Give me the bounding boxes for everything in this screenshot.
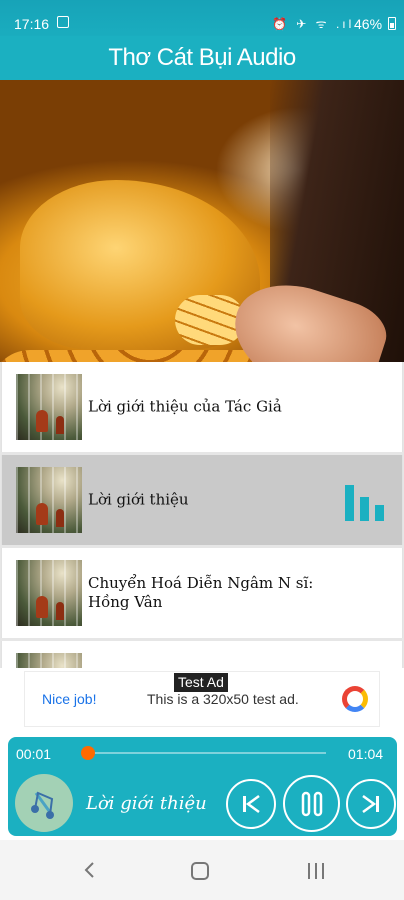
playlist-item-active[interactable]: Lời giới thiệu	[1, 455, 403, 545]
previous-button[interactable]	[226, 779, 276, 829]
ad-tag: Test Ad	[174, 673, 228, 692]
playlist-item[interactable]: Chuyển Hoá Diễn Ngâm N sĩ: Hồng Vân	[1, 548, 403, 638]
home-icon[interactable]	[191, 862, 209, 880]
pause-icon	[301, 791, 322, 816]
ad-logo-icon[interactable]	[342, 686, 368, 712]
track-title: Lời giới thiệu	[88, 490, 189, 509]
track-thumbnail	[16, 560, 82, 626]
playlist-item[interactable]	[1, 641, 403, 668]
track-thumbnail	[16, 374, 82, 440]
playlist: Lời giới thiệu của Tác Giả Lời giới thiệ…	[0, 362, 404, 668]
seek-thumb[interactable]	[80, 746, 95, 760]
track-title: Chuyển Hoá Diễn Ngâm N sĩ: Hồng Vân	[88, 574, 314, 611]
battery-icon	[388, 17, 396, 30]
track-title: Lời giới thiệu của Tác Giả	[88, 397, 282, 416]
battery-level: 46%	[354, 16, 383, 32]
hero-image	[0, 80, 404, 362]
total-time: 01:04	[348, 746, 384, 762]
ad-nice-text[interactable]: Nice job!	[42, 691, 96, 707]
playlist-item[interactable]: Lời giới thiệu của Tác Giả	[1, 362, 403, 452]
ad-text[interactable]: This is a 320x50 test ad.	[147, 691, 299, 707]
album-art	[15, 774, 73, 832]
system-nav-bar	[0, 840, 404, 900]
recents-icon[interactable]	[306, 862, 326, 880]
status-time: 17:16	[14, 16, 50, 32]
pause-button[interactable]	[283, 775, 340, 832]
track-thumbnail	[16, 653, 82, 668]
seek-bar[interactable]	[80, 746, 326, 760]
status-icons: ⏰ ✈ ᯤ .ıl	[272, 17, 355, 31]
audio-player: 00:01 01:04 Lời giới thiệu	[8, 737, 397, 836]
track-thumbnail	[16, 467, 82, 533]
gallery-notification-icon	[57, 16, 69, 28]
now-playing-title: Lời giới thiệu	[86, 793, 207, 814]
skip-previous-icon	[243, 794, 260, 814]
skip-next-icon	[362, 794, 379, 814]
equalizer-icon	[345, 485, 385, 521]
app-bar: Thơ Cát Bụi Audio	[0, 36, 404, 80]
current-time: 00:01	[16, 746, 52, 762]
music-note-icon	[31, 791, 54, 819]
next-button[interactable]	[346, 779, 396, 829]
app-title: Thơ Cát Bụi Audio	[108, 44, 296, 71]
back-icon[interactable]	[80, 860, 100, 880]
